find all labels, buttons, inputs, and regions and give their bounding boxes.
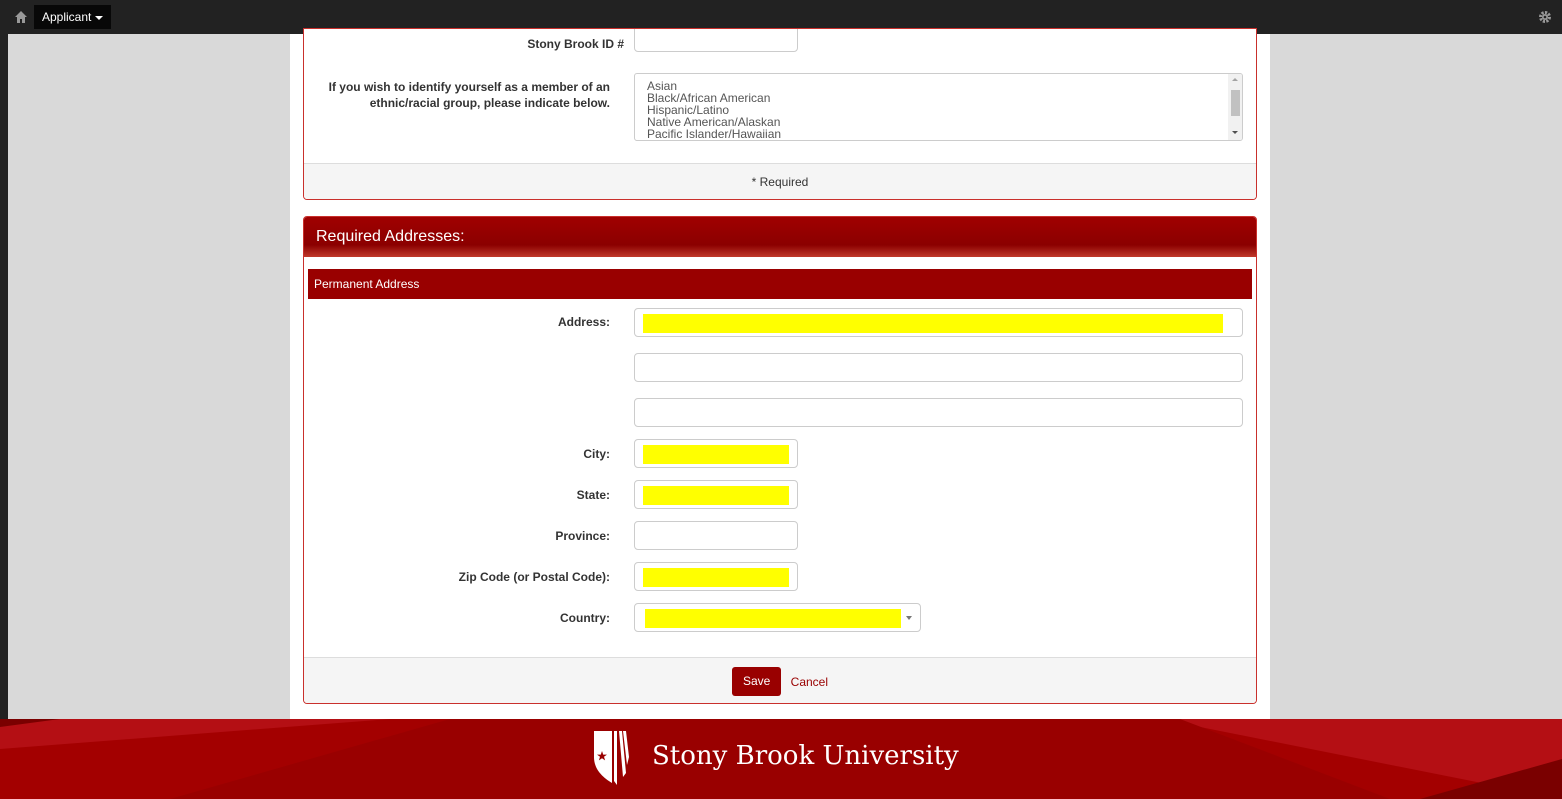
ethnic-group-label-line1: If you wish to identify yourself as a me… bbox=[328, 80, 610, 94]
state-input[interactable] bbox=[634, 480, 798, 509]
country-label: Country: bbox=[560, 611, 610, 625]
zip-code-label: Zip Code (or Postal Code): bbox=[458, 570, 610, 584]
applicant-menu[interactable]: Applicant bbox=[34, 5, 112, 29]
gear-icon[interactable] bbox=[1538, 10, 1552, 24]
scrollbar-thumb[interactable] bbox=[1231, 90, 1240, 116]
scroll-down-icon[interactable] bbox=[1232, 131, 1238, 134]
listbox-scrollbar[interactable] bbox=[1228, 74, 1242, 140]
chevron-down-icon bbox=[906, 616, 912, 620]
required-note: * Required bbox=[751, 175, 809, 189]
redaction-highlight bbox=[643, 445, 789, 464]
demographics-panel: Stony Brook ID # If you wish to identify… bbox=[303, 28, 1257, 200]
address-line1-input[interactable] bbox=[634, 308, 1243, 337]
caret-down-icon bbox=[95, 15, 104, 20]
required-addresses-panel: Required Addresses: Permanent Address Ad… bbox=[303, 216, 1257, 704]
ethnic-group-listbox[interactable]: Asian Black/African American Hispanic/La… bbox=[634, 73, 1243, 141]
address-label: Address: bbox=[557, 315, 610, 329]
cancel-link[interactable]: Cancel bbox=[791, 659, 828, 703]
city-input[interactable] bbox=[634, 439, 798, 468]
state-label: State: bbox=[576, 488, 610, 502]
form-actions-footer: Save Cancel bbox=[304, 657, 1256, 703]
home-icon[interactable] bbox=[14, 10, 28, 24]
permanent-address-heading: Permanent Address bbox=[308, 269, 1252, 299]
redaction-highlight bbox=[645, 609, 901, 628]
left-edge-strip bbox=[0, 34, 8, 719]
main-content: Stony Brook ID # If you wish to identify… bbox=[290, 28, 1270, 719]
applicant-menu-label: Applicant bbox=[42, 10, 92, 24]
redaction-highlight bbox=[643, 486, 789, 505]
address-line3-input[interactable] bbox=[634, 398, 1243, 427]
zip-code-input[interactable] bbox=[634, 562, 798, 591]
ethnic-group-label: If you wish to identify yourself as a me… bbox=[304, 79, 610, 111]
city-label: City: bbox=[583, 447, 610, 461]
required-note-footer: * Required bbox=[304, 163, 1256, 199]
stony-brook-id-input[interactable] bbox=[634, 29, 798, 52]
redaction-highlight bbox=[643, 568, 789, 587]
university-footer: Stony Brook University bbox=[0, 719, 1562, 799]
ethnic-option[interactable]: Pacific Islander/Hawaiian bbox=[635, 128, 1225, 140]
province-input[interactable] bbox=[634, 521, 798, 550]
address-line2-input[interactable] bbox=[634, 353, 1243, 382]
province-label: Province: bbox=[555, 529, 610, 543]
country-select[interactable] bbox=[634, 603, 921, 632]
save-button[interactable]: Save bbox=[731, 667, 782, 697]
ethnic-group-label-line2: ethnic/racial group, please indicate bel… bbox=[369, 96, 610, 110]
stony-brook-shield-logo bbox=[594, 731, 629, 785]
stony-brook-id-label: Stony Brook ID # bbox=[527, 37, 624, 51]
scroll-up-icon[interactable] bbox=[1232, 78, 1238, 81]
required-addresses-heading: Required Addresses: bbox=[304, 217, 1256, 257]
redaction-highlight bbox=[643, 314, 1223, 333]
university-name: Stony Brook University bbox=[652, 741, 959, 771]
